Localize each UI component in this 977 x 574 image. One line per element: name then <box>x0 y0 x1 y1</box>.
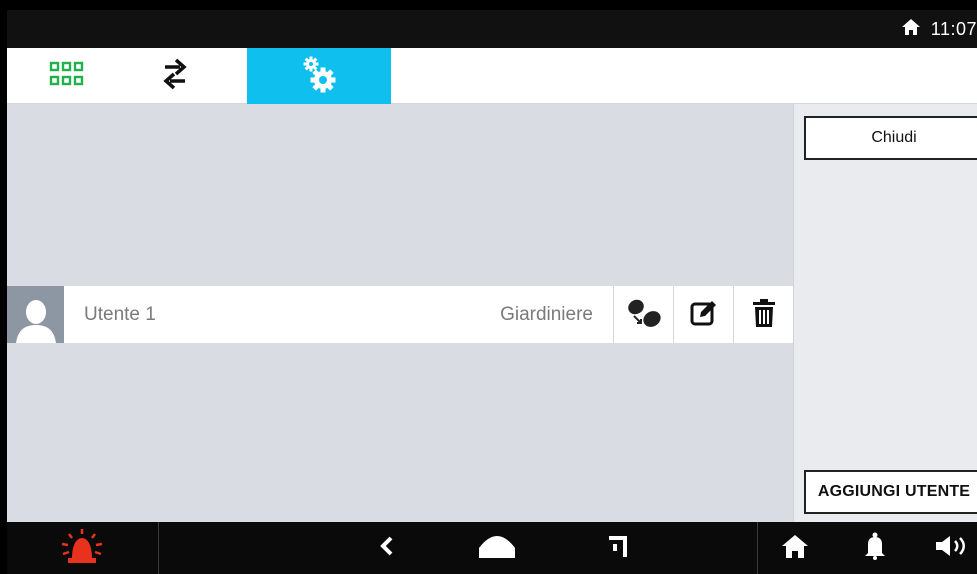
gears-icon <box>299 54 339 98</box>
alarm-button[interactable] <box>47 522 117 574</box>
close-button[interactable]: Chiudi <box>804 116 977 160</box>
back-button[interactable] <box>357 522 417 574</box>
volume-icon <box>934 534 970 562</box>
status-right: 11:07 <box>901 10 977 48</box>
user-silhouette-icon <box>15 300 56 343</box>
bell-button[interactable] <box>847 522 903 574</box>
delete-user-button[interactable] <box>733 286 793 343</box>
home-icon <box>781 533 809 563</box>
tab-bar <box>7 48 977 104</box>
tab-apps[interactable] <box>7 48 127 104</box>
alarm-siren-icon <box>60 528 104 568</box>
user-role: Giardiniere <box>500 303 593 325</box>
home-shape-icon <box>477 534 517 562</box>
status-time: 11:07 <box>930 18 977 39</box>
home-icon <box>901 18 921 40</box>
status-bar: 11:07 <box>7 10 977 48</box>
pair-keys-button[interactable] <box>613 286 673 343</box>
recent-icon <box>605 533 629 563</box>
grid-icon <box>49 61 85 91</box>
avatar <box>7 286 64 343</box>
swap-arrows-icon <box>162 57 188 95</box>
bell-icon <box>864 532 886 564</box>
side-panel: Chiudi AGGIUNGI UTENTE <box>793 104 977 522</box>
add-user-button[interactable]: AGGIUNGI UTENTE <box>804 470 977 514</box>
user-list-area: Utente 1 Giardiniere <box>7 104 793 522</box>
home-nav-button[interactable] <box>467 522 527 574</box>
bottom-nav <box>7 522 977 574</box>
home-status-button[interactable] <box>767 522 823 574</box>
tab-settings[interactable] <box>247 48 391 104</box>
user-name: Utente 1 <box>84 303 156 325</box>
nav-divider <box>158 522 159 574</box>
pair-keys-icon <box>625 297 663 333</box>
user-row[interactable]: Utente 1 Giardiniere <box>7 286 793 343</box>
recent-button[interactable] <box>587 522 647 574</box>
edit-icon <box>689 298 719 332</box>
edit-user-button[interactable] <box>673 286 733 343</box>
nav-divider <box>757 522 758 574</box>
volume-button[interactable] <box>927 522 977 574</box>
trash-icon <box>752 298 776 332</box>
tab-transfer[interactable] <box>115 48 235 104</box>
back-icon <box>379 535 395 561</box>
